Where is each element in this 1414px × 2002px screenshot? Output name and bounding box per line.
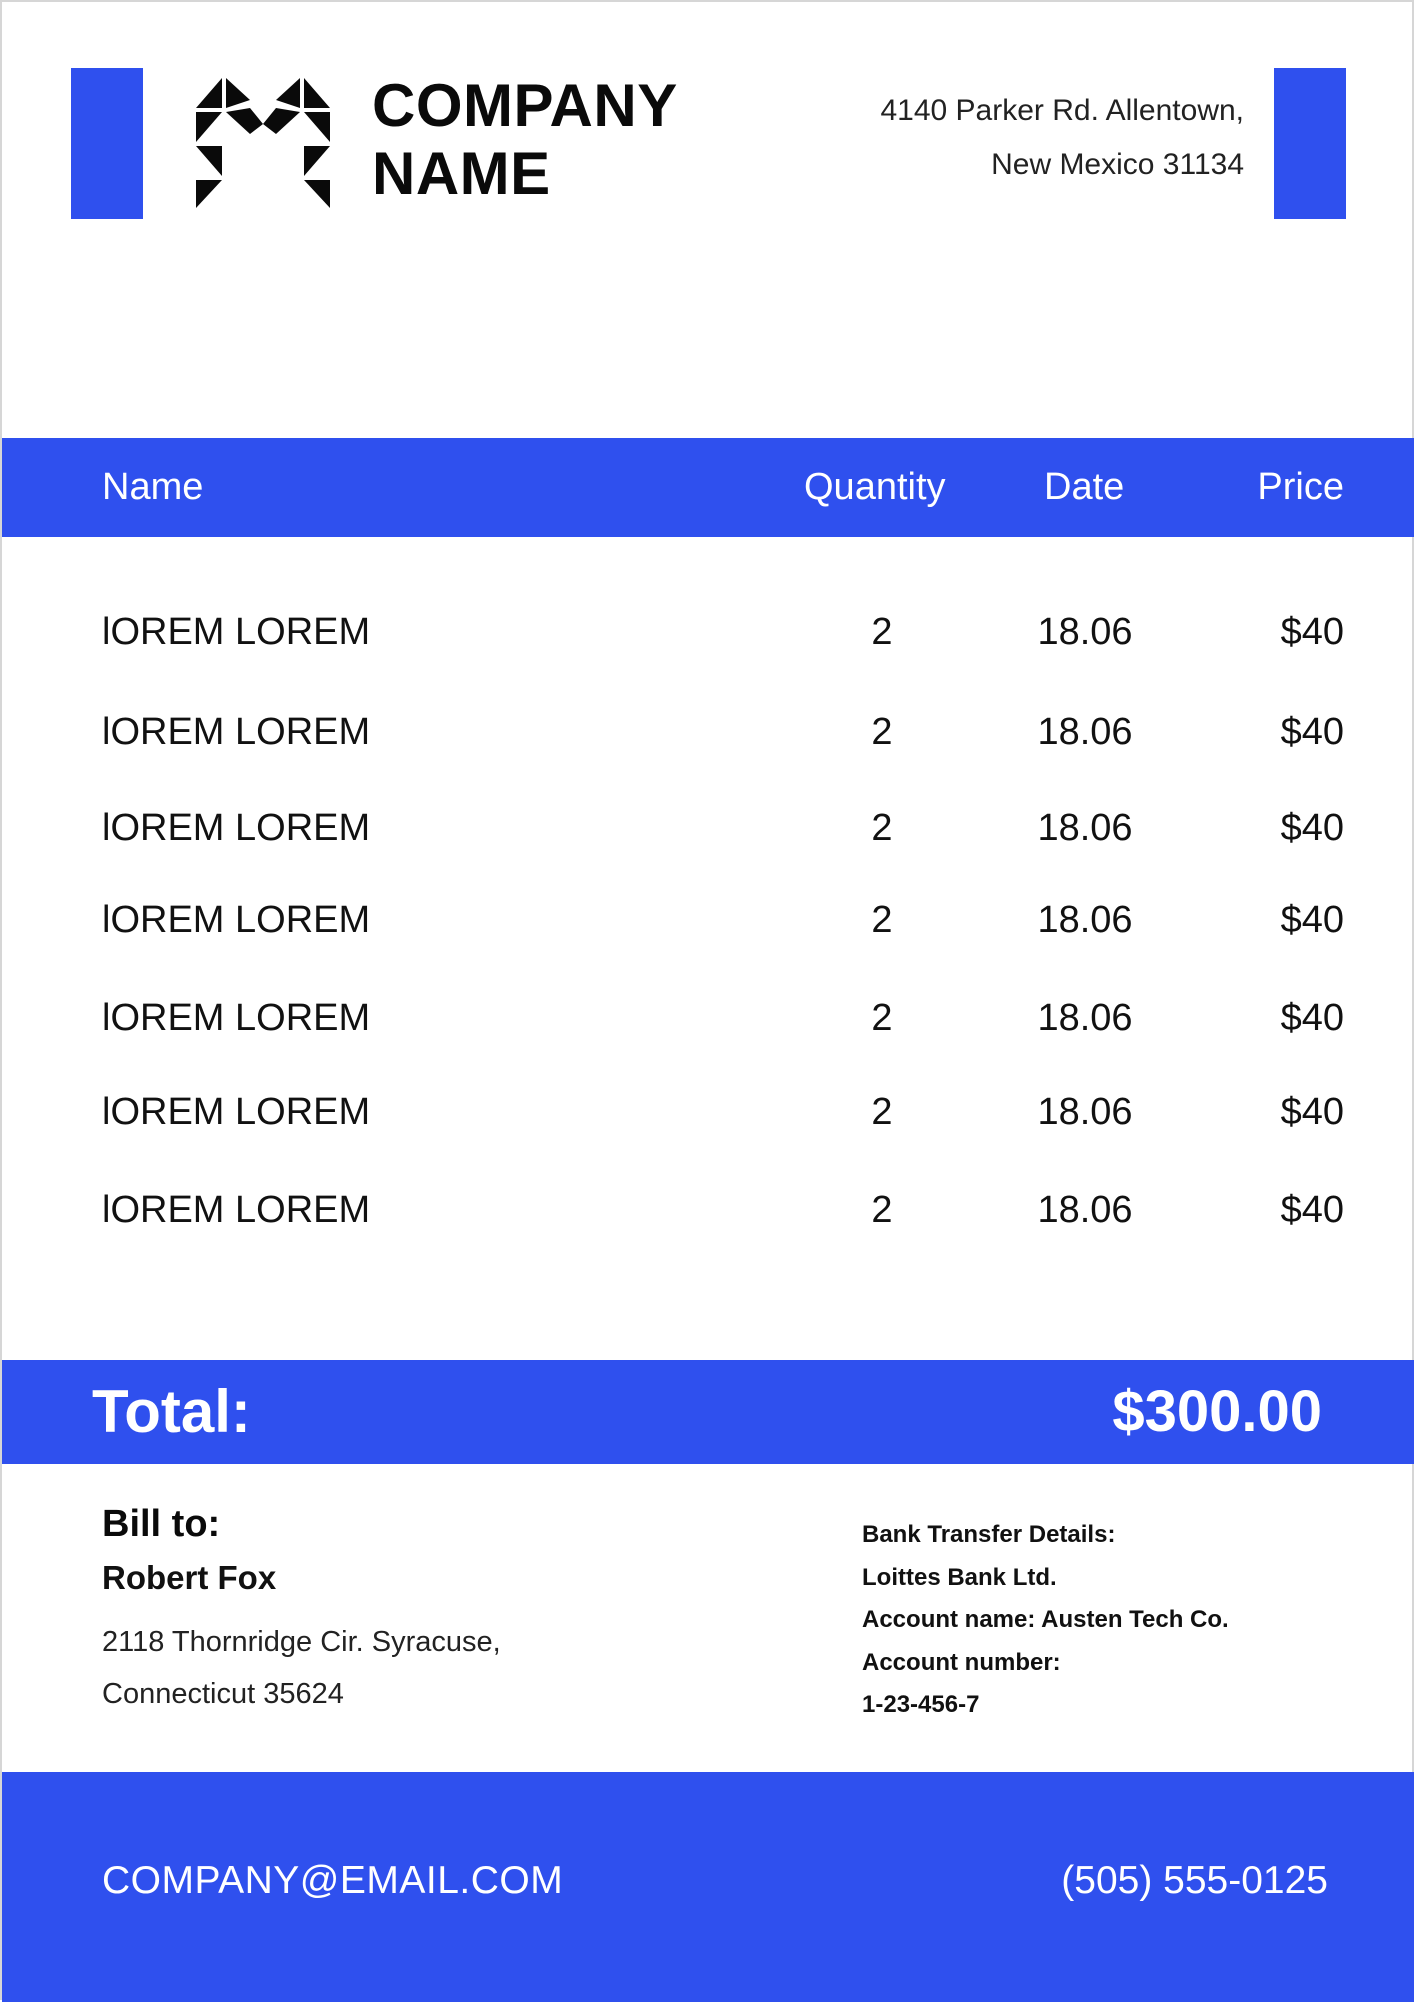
account-number-label: Account number: xyxy=(862,1648,1061,1676)
table-header: Name Quantity Date Price xyxy=(2,438,1414,537)
table-row: lOREM LOREM 2 18.06 $40 xyxy=(2,1082,1414,1142)
item-price: $40 xyxy=(1280,1091,1344,1133)
item-date: 18.06 xyxy=(1037,711,1133,753)
item-price: $40 xyxy=(1280,1189,1344,1231)
item-quantity: 2 xyxy=(871,1091,893,1133)
company-address-line-1: 4140 Parker Rd. Allentown, xyxy=(880,94,1244,127)
total-bar: Total: $300.00 xyxy=(2,1360,1414,1464)
column-header-date: Date xyxy=(1044,466,1125,508)
item-name: lOREM LOREM xyxy=(102,611,371,653)
item-date: 18.06 xyxy=(1037,1189,1133,1231)
item-date: 18.06 xyxy=(1037,997,1133,1039)
company-logo-icon xyxy=(196,78,330,208)
bank-details-heading: Bank Transfer Details: xyxy=(862,1521,1116,1548)
account-name: Account name: Austen Tech Co. xyxy=(862,1606,1229,1633)
item-price: $40 xyxy=(1280,807,1344,849)
item-price: $40 xyxy=(1280,711,1344,753)
company-phone: (505) 555-0125 xyxy=(1061,1859,1328,1902)
table-row: lOREM LOREM 2 18.06 $40 xyxy=(2,1180,1414,1240)
column-header-quantity: Quantity xyxy=(804,466,946,508)
company-name-line-1: COMPANY xyxy=(372,72,678,139)
invoice-page: COMPANY NAME 4140 Parker Rd. Allentown, … xyxy=(0,0,1414,2002)
table-row: lOREM LOREM 2 18.06 $40 xyxy=(2,798,1414,858)
item-price: $40 xyxy=(1280,611,1344,653)
item-name: lOREM LOREM xyxy=(102,807,371,849)
account-number: 1-23-456-7 xyxy=(862,1691,980,1718)
item-date: 18.06 xyxy=(1037,807,1133,849)
company-address-line-2: New Mexico 31134 xyxy=(991,148,1244,181)
item-name: lOREM LOREM xyxy=(102,1091,371,1133)
left-accent-bar xyxy=(71,68,143,219)
table-row: lOREM LOREM 2 18.06 $40 xyxy=(2,988,1414,1048)
company-address: 4140 Parker Rd. Allentown, New Mexico 31… xyxy=(880,84,1244,192)
bill-to-heading: Bill to: xyxy=(102,1503,221,1545)
footer: COMPANY@EMAIL.COM (505) 555-0125 xyxy=(2,1772,1414,2002)
item-quantity: 2 xyxy=(871,899,893,941)
total-label: Total: xyxy=(92,1378,251,1445)
total-amount: $300.00 xyxy=(1112,1379,1322,1444)
company-name-line-2: NAME xyxy=(372,140,551,207)
bank-name: Loittes Bank Ltd. xyxy=(862,1563,1057,1591)
table-row: lOREM LOREM 2 18.06 $40 xyxy=(2,602,1414,662)
item-quantity: 2 xyxy=(871,807,893,849)
column-header-price: Price xyxy=(1257,466,1344,508)
item-quantity: 2 xyxy=(871,997,893,1039)
company-name: COMPANY NAME xyxy=(372,72,702,208)
item-name: lOREM LOREM xyxy=(102,997,371,1039)
table-row: lOREM LOREM 2 18.06 $40 xyxy=(2,702,1414,762)
company-email: COMPANY@EMAIL.COM xyxy=(102,1859,564,1902)
item-price: $40 xyxy=(1280,997,1344,1039)
item-price: $40 xyxy=(1280,899,1344,941)
item-quantity: 2 xyxy=(871,1189,893,1231)
item-name: lOREM LOREM xyxy=(102,711,371,753)
item-quantity: 2 xyxy=(871,611,893,653)
bill-to-section: Bill to: Robert Fox 2118 Thornridge Cir.… xyxy=(102,1494,702,1720)
client-name: Robert Fox xyxy=(102,1559,277,1596)
item-name: lOREM LOREM xyxy=(102,1189,371,1231)
right-accent-bar xyxy=(1274,68,1346,219)
client-address-line-1: 2118 Thornridge Cir. Syracuse, xyxy=(102,1626,501,1658)
table-row: lOREM LOREM 2 18.06 $40 xyxy=(2,890,1414,950)
item-date: 18.06 xyxy=(1037,1091,1133,1133)
item-date: 18.06 xyxy=(1037,611,1133,653)
item-date: 18.06 xyxy=(1037,899,1133,941)
column-header-name: Name xyxy=(102,466,204,508)
item-quantity: 2 xyxy=(871,711,893,753)
bank-details: Bank Transfer Details: Loittes Bank Ltd.… xyxy=(862,1514,1342,1727)
item-name: lOREM LOREM xyxy=(102,899,371,941)
client-address-line-2: Connecticut 35624 xyxy=(102,1678,344,1710)
